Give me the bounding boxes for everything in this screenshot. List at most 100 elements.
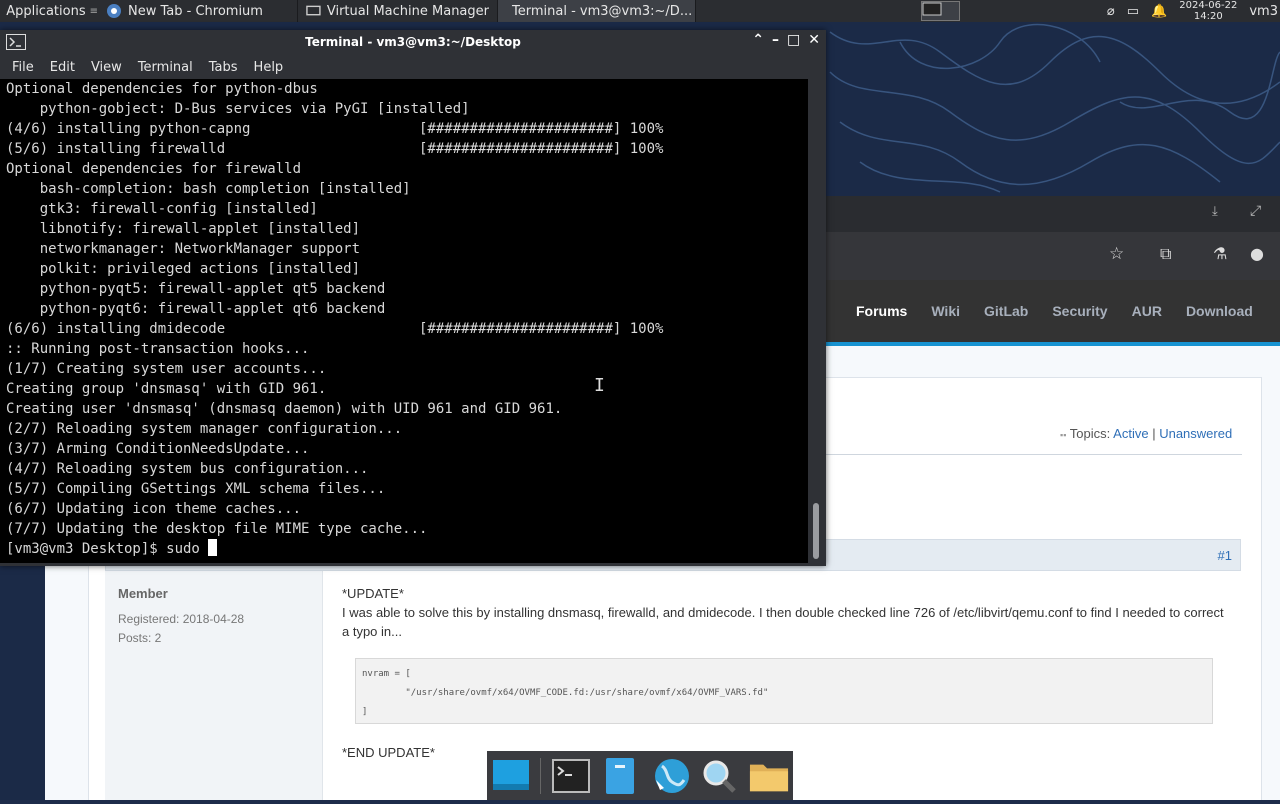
terminal-line: python-gobject: D-Bus services via PyGI …: [6, 99, 808, 119]
dock-terminal[interactable]: [551, 756, 590, 796]
bookmark-star-icon[interactable]: ☆: [1109, 244, 1124, 264]
mouse-ibeam-cursor-icon: I: [594, 375, 605, 396]
terminal-output[interactable]: Optional dependencies for python-dbus py…: [0, 79, 808, 563]
dock: [487, 751, 793, 800]
terminal-scrollbar[interactable]: [808, 79, 826, 563]
terminal-line: (1/7) Creating system user accounts...: [6, 359, 808, 379]
terminal-window[interactable]: Terminal - vm3@vm3:~/Desktop ⌃ – □ ✕ Fil…: [0, 30, 826, 566]
notification-bell-icon[interactable]: 🔔: [1151, 4, 1167, 19]
network-disconnected-icon[interactable]: ⌀: [1107, 4, 1115, 19]
terminal-line: networkmanager: NetworkManager support: [6, 239, 808, 259]
menu-help[interactable]: Help: [246, 60, 292, 75]
terminal-menubar: File Edit View Terminal Tabs Help: [0, 55, 826, 79]
topics-separator: |: [1152, 426, 1155, 441]
topics-links: ▪▪ Topics: Active | Unanswered: [1060, 426, 1232, 441]
code-block: nvram = [ "/usr/share/ovmf/x64/OVMF_CODE…: [355, 658, 1213, 724]
update-heading: *UPDATE*: [342, 584, 1232, 603]
taskbar-item-virt-manager[interactable]: Virtual Machine Manager: [298, 0, 498, 22]
dock-file-manager[interactable]: [600, 756, 639, 796]
author-role: Member: [118, 586, 168, 601]
terminal-line: Optional dependencies for python-dbus: [6, 79, 808, 99]
close-icon[interactable]: ✕: [808, 32, 820, 48]
topics-bullet-icon: ▪▪: [1060, 430, 1066, 440]
minimize-icon[interactable]: –: [772, 32, 779, 48]
menu-grip-icon: ≡: [90, 6, 98, 17]
fullscreen-icon[interactable]: ⤢: [1250, 203, 1261, 219]
author-registered: Registered: 2018-04-28: [118, 612, 244, 626]
post-body: *UPDATE* I was able to solve this by ins…: [342, 584, 1232, 641]
dock-search[interactable]: [700, 756, 739, 796]
workspace-thumbnail-icon: [921, 1, 961, 21]
code-line: ]: [362, 703, 1206, 722]
clock[interactable]: 2024-06-22 14:20: [1179, 0, 1237, 22]
terminal-line: (6/6) installing dmidecode [############…: [6, 319, 808, 339]
labs-flask-icon[interactable]: ⚗: [1213, 244, 1227, 263]
menu-view[interactable]: View: [83, 60, 130, 75]
taskbar-item-terminal[interactable]: Terminal - vm3@vm3:~/D...: [498, 0, 696, 22]
terminal-line: python-pyqt5: firewall-applet qt5 backen…: [6, 279, 808, 299]
applications-menu[interactable]: Applications ≡: [0, 0, 98, 22]
terminal-line: (2/7) Reloading system manager configura…: [6, 419, 808, 439]
dock-folder[interactable]: [749, 756, 789, 796]
terminal-line: polkit: privileged actions [installed]: [6, 259, 808, 279]
terminal-line: gtk3: firewall-config [installed]: [6, 199, 808, 219]
profile-icon[interactable]: ●: [1250, 244, 1264, 263]
terminal-line: Creating group 'dnsmasq' with GID 961.: [6, 379, 808, 399]
shade-chevron-up-icon[interactable]: ⌃: [752, 32, 764, 48]
update-text: I was able to solve this by installing d…: [342, 603, 1232, 641]
taskbar-item-label: New Tab - Chromium: [128, 4, 263, 19]
nav-forums[interactable]: Forums: [844, 303, 919, 319]
terminal-line: (3/7) Arming ConditionNeedsUpdate...: [6, 439, 808, 459]
menu-file[interactable]: File: [4, 60, 42, 75]
taskbar-item-label: Terminal - vm3@vm3:~/D...: [512, 4, 692, 19]
taskbar-item-label: Virtual Machine Manager: [327, 4, 489, 19]
dock-separator: [540, 758, 541, 794]
taskbar-item-chromium[interactable]: New Tab - Chromium: [98, 0, 298, 22]
menu-tabs[interactable]: Tabs: [201, 60, 246, 75]
topics-active-link[interactable]: Active: [1113, 426, 1148, 441]
user-menu[interactable]: vm3: [1249, 4, 1278, 19]
search-icon: [701, 758, 737, 794]
show-desktop-icon: [492, 758, 530, 794]
terminal-line: Creating user 'dnsmasq' (dnsmasq daemon)…: [6, 399, 808, 419]
menu-terminal[interactable]: Terminal: [130, 60, 201, 75]
topics-unanswered-link[interactable]: Unanswered: [1159, 426, 1232, 441]
terminal-line: libnotify: firewall-applet [installed]: [6, 219, 808, 239]
folder-icon: [749, 759, 789, 793]
clock-date: 2024-06-22: [1179, 0, 1237, 11]
system-tray: ⌀ ▭ 🔔 2024-06-22 14:20 vm3: [1107, 0, 1280, 22]
nav-aur[interactable]: AUR: [1120, 303, 1174, 319]
window-controls: ⌃ – □ ✕: [752, 32, 820, 48]
dock-web-browser[interactable]: [650, 756, 690, 796]
end-update-text: *END UPDATE*: [342, 745, 435, 760]
workspace-switcher[interactable]: [921, 0, 961, 22]
terminal-line: python-pyqt6: firewall-applet qt6 backen…: [6, 299, 808, 319]
terminal-line: :: Running post-transaction hooks...: [6, 339, 808, 359]
terminal-line: (4/6) installing python-capng [#########…: [6, 119, 808, 139]
battery-icon[interactable]: ▭: [1127, 4, 1139, 19]
author-posts: Posts: 2: [118, 631, 161, 645]
nav-security[interactable]: Security: [1040, 303, 1119, 319]
nav-gitlab[interactable]: GitLab: [972, 303, 1040, 319]
nav-wiki[interactable]: Wiki: [919, 303, 972, 319]
terminal-line: (4/7) Reloading system bus configuration…: [6, 459, 808, 479]
extensions-icon[interactable]: ⧉: [1160, 244, 1171, 264]
virt-manager-icon: [306, 4, 321, 18]
terminal-line: Optional dependencies for firewalld: [6, 159, 808, 179]
maximize-icon[interactable]: □: [787, 32, 800, 48]
post-number-link[interactable]: #1: [1218, 548, 1232, 563]
dock-show-desktop[interactable]: [491, 756, 530, 796]
terminal-prompt-line[interactable]: [vm3@vm3 Desktop]$ sudo: [6, 539, 808, 559]
applications-label: Applications: [6, 4, 85, 19]
menu-edit[interactable]: Edit: [42, 60, 83, 75]
terminal-prompt: [vm3@vm3 Desktop]$ sudo: [6, 541, 208, 557]
terminal-line: bash-completion: bash completion [instal…: [6, 179, 808, 199]
post-author-column: Member Registered: 2018-04-28 Posts: 2: [105, 571, 323, 800]
scrollbar-thumb[interactable]: [813, 503, 819, 559]
code-line: "/usr/share/ovmf/x64/OVMF_CODE.fd:/usr/s…: [362, 684, 1206, 703]
download-icon[interactable]: ⤓: [1212, 204, 1218, 219]
nav-download[interactable]: Download: [1174, 303, 1265, 319]
chromium-icon: [106, 3, 122, 19]
text-cursor: [208, 539, 217, 556]
terminal-titlebar[interactable]: Terminal - vm3@vm3:~/Desktop ⌃ – □ ✕: [0, 30, 826, 55]
